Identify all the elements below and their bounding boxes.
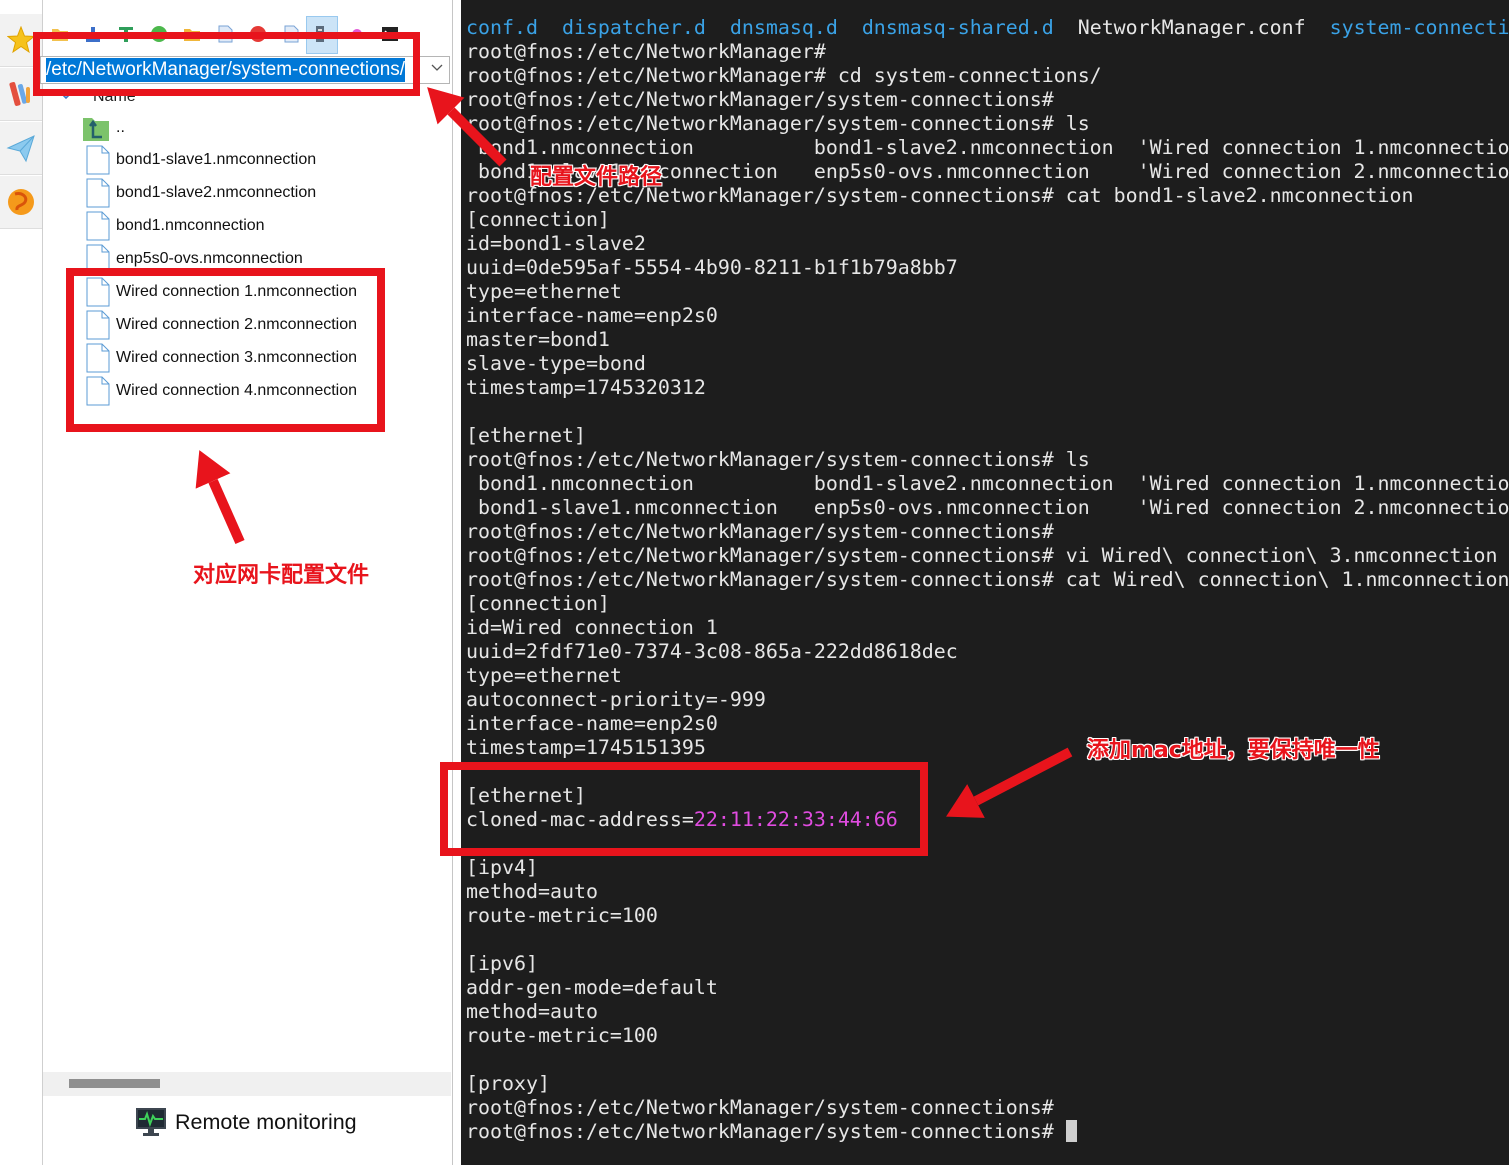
annotation-box-path: [33, 32, 420, 96]
terminal-line: root@fnos:/etc/NetworkManager/system-con…: [466, 568, 1509, 591]
terminal-line: type=ethernet: [466, 280, 622, 303]
terminal-line: [ipv6]: [466, 952, 538, 975]
terminal-line: uuid=0de595af-5554-4b90-8211-b1f1b79a8bb…: [466, 256, 958, 279]
remote-monitoring-label: Remote monitoring: [175, 1110, 357, 1134]
monitor-pulse-icon: [136, 1108, 166, 1136]
terminal-line: method=auto: [466, 1000, 598, 1023]
terminal-line: root@fnos:/etc/NetworkManager#: [466, 40, 826, 63]
list-item-label: bond1-slave2.nmconnection: [116, 184, 317, 201]
list-item-label: bond1.nmconnection: [116, 217, 265, 234]
terminal-line: [ipv4]: [466, 856, 538, 879]
file-entry: NetworkManager.conf: [1077, 16, 1306, 39]
terminal-prompt-line[interactable]: root@fnos:/etc/NetworkManager/system-con…: [466, 1120, 1509, 1144]
dir-entry: conf.d: [466, 16, 538, 39]
terminal-line: addr-gen-mode=default: [466, 976, 718, 999]
file-icon: [86, 211, 110, 241]
terminal-line: root@fnos:/etc/NetworkManager/system-con…: [466, 448, 1090, 471]
terminal-line: bond1-slave1.nmconnection enp5s0-ovs.nmc…: [466, 496, 1509, 519]
terminal-line-listing: conf.d dispatcher.d dnsmasq.d dnsmasq-share…: [466, 16, 1509, 40]
terminal-line: [proxy]: [466, 1072, 550, 1095]
terminal-line: interface-name=enp2s0: [466, 304, 718, 327]
dir-entry: dnsmasq.d: [729, 16, 838, 39]
dir-entry: dispatcher.d: [561, 16, 706, 39]
browser-icon[interactable]: [0, 176, 42, 229]
terminal-line: root@fnos:/etc/NetworkManager/system-con…: [466, 112, 1090, 135]
annotation-mac-label: 添加mac地址，要保持唯一性: [1087, 738, 1380, 763]
terminal-line: root@fnos:/etc/NetworkManager/system-con…: [466, 544, 1498, 567]
scrollbar-thumb[interactable]: [69, 1079, 160, 1088]
terminal-line: root@fnos:/etc/NetworkManager/system-con…: [466, 88, 1054, 111]
terminal-line: slave-type=bond: [466, 352, 646, 375]
chevron-down-icon[interactable]: [430, 62, 444, 74]
list-item-label: ..: [116, 119, 125, 136]
terminal-line: root@fnos:/etc/NetworkManager/system-con…: [466, 520, 1054, 543]
dir-entry: system-connecti: [1329, 16, 1509, 39]
terminal-line: route-metric=100: [466, 904, 658, 927]
terminal-line: route-metric=100: [466, 1024, 658, 1047]
terminal-cursor: [1065, 1120, 1077, 1142]
terminal-line: interface-name=enp2s0: [466, 712, 718, 735]
file-icon: [86, 145, 110, 175]
terminal-line: timestamp=1745320312: [466, 376, 706, 399]
file-icon: [86, 178, 110, 208]
annotation-files-label: 对应网卡配置文件: [193, 563, 370, 588]
terminal-line: bond1.nmconnection bond1-slave2.nmconnec…: [466, 136, 1509, 159]
dir-entry: dnsmasq-shared.d: [861, 16, 1054, 39]
annotation-box-mac: [440, 762, 928, 856]
list-item-label: bond1-slave1.nmconnection: [116, 151, 317, 168]
terminal-line: autoconnect-priority=-999: [466, 688, 766, 711]
terminal-prompt: root@fnos:/etc/NetworkManager/system-con…: [466, 1120, 1066, 1143]
side-strip: [0, 0, 43, 1165]
send-icon[interactable]: [0, 122, 42, 175]
terminal-line: [ethernet]: [466, 424, 586, 447]
terminal-line: bond1.nmconnection bond1-slave2.nmconnec…: [466, 472, 1509, 495]
terminal-line: id=Wired connection 1: [466, 616, 718, 639]
terminal-line: [connection]: [466, 592, 610, 615]
terminal-line: id=bond1-slave2: [466, 232, 646, 255]
parent-folder-icon: [83, 118, 109, 141]
terminal-line: master=bond1: [466, 328, 610, 351]
terminal-line: method=auto: [466, 880, 598, 903]
terminal-line: uuid=2fdf71e0-7374-3c08-865a-222dd8618de…: [466, 640, 958, 663]
terminal-line: root@fnos:/etc/NetworkManager/system-con…: [466, 1096, 1054, 1119]
terminal-line: [connection]: [466, 208, 610, 231]
terminal-line: type=ethernet: [466, 664, 622, 687]
annotation-box-files: [66, 268, 385, 432]
annotation-path-label: 配置文件路径: [530, 165, 663, 190]
terminal-line: root@fnos:/etc/NetworkManager# cd system…: [466, 64, 1102, 87]
